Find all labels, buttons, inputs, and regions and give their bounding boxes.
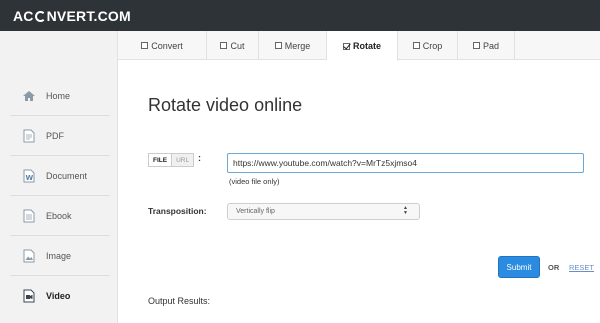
checkbox-icon xyxy=(220,42,228,49)
tab-pad[interactable]: Pad xyxy=(458,31,515,60)
tab-convert[interactable]: Convert xyxy=(118,31,207,60)
file-toggle-button[interactable]: FILE xyxy=(148,153,173,167)
tab-label: Convert xyxy=(151,40,183,51)
tab-label: Pad xyxy=(482,40,499,51)
source-colon: : xyxy=(198,153,201,163)
url-toggle-button[interactable]: URL xyxy=(172,153,195,167)
checkbox-icon xyxy=(412,42,420,49)
checkbox-icon xyxy=(141,42,149,49)
image-icon xyxy=(22,249,36,263)
checkbox-icon xyxy=(472,42,480,49)
ebook-icon xyxy=(22,209,36,223)
tool-tabs: Convert Cut Merge Rotate Crop Pad xyxy=(118,31,600,61)
site-logo[interactable]: AC NVERT.COM xyxy=(13,8,131,24)
sidebar-item-label: Document xyxy=(46,170,88,181)
logo-prefix: AC xyxy=(13,8,34,24)
video-icon xyxy=(22,289,36,303)
output-results-label: Output Results: xyxy=(148,296,211,306)
tab-label: Merge xyxy=(284,40,311,51)
document-icon: W xyxy=(22,169,36,183)
tab-rotate[interactable]: Rotate xyxy=(327,31,398,61)
tab-merge[interactable]: Merge xyxy=(259,31,327,60)
sidebar-item-video[interactable]: Video xyxy=(10,276,110,316)
logo-o-icon xyxy=(34,10,46,22)
sidebar-item-document[interactable]: W Document xyxy=(10,156,110,196)
sidebar-item-pdf[interactable]: PDF xyxy=(10,116,110,156)
svg-text:W: W xyxy=(26,174,34,182)
sidebar: Home PDF W Document Ebook Image Video xyxy=(0,31,118,323)
transposition-select[interactable]: Vertically flip ▲ ▼ xyxy=(227,203,420,220)
transposition-label: Transposition: xyxy=(148,206,207,216)
transposition-value: Vertically flip xyxy=(236,208,275,215)
pdf-icon xyxy=(22,129,36,143)
sidebar-item-label: PDF xyxy=(46,130,64,141)
submit-button[interactable]: Submit xyxy=(498,256,540,278)
checkbox-icon xyxy=(274,42,282,49)
tab-label: Crop xyxy=(422,40,443,51)
sidebar-item-image[interactable]: Image xyxy=(10,236,110,276)
home-icon xyxy=(22,89,36,103)
checkbox-checked-icon xyxy=(342,42,350,50)
page-title: Rotate video online xyxy=(148,95,303,115)
sidebar-item-label: Home xyxy=(46,90,71,101)
tab-label: Rotate xyxy=(352,41,381,51)
url-input[interactable] xyxy=(227,153,584,173)
url-hint: (video file only) xyxy=(229,177,280,186)
sidebar-item-label: Image xyxy=(46,250,72,261)
logo-suffix: NVERT.COM xyxy=(46,8,131,24)
tab-crop[interactable]: Crop xyxy=(398,31,458,60)
sidebar-item-label: Ebook xyxy=(46,210,72,221)
reset-link[interactable]: RESET xyxy=(569,263,594,272)
select-arrows-icon: ▲ ▼ xyxy=(403,205,408,216)
sidebar-item-label: Video xyxy=(46,291,71,301)
source-toggle: FILE URL xyxy=(148,153,195,167)
top-bar: AC NVERT.COM xyxy=(0,0,600,31)
sidebar-item-ebook[interactable]: Ebook xyxy=(10,196,110,236)
tab-cut[interactable]: Cut xyxy=(207,31,259,60)
sidebar-item-home[interactable]: Home xyxy=(10,76,110,116)
or-label: OR xyxy=(548,263,560,272)
tab-label: Cut xyxy=(230,40,245,51)
